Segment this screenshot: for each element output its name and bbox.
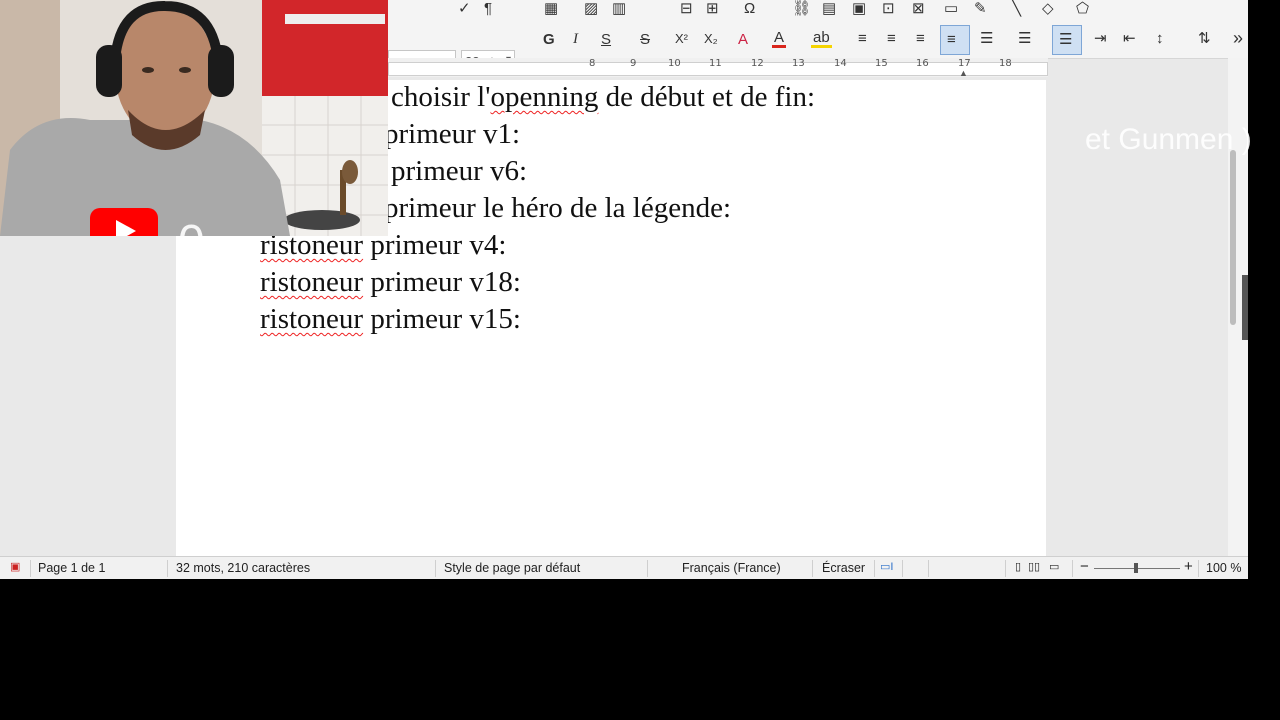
zoom-slider-handle[interactable] — [1134, 563, 1138, 573]
separator — [1072, 560, 1073, 577]
insert-chart-icon[interactable]: ▥ — [612, 1, 626, 16]
ruler-number: 15 — [875, 58, 888, 69]
track-changes-icon[interactable]: ✎ — [974, 1, 987, 16]
misspelled-word[interactable]: ristoneur — [260, 266, 363, 298]
separator — [647, 560, 648, 577]
align-left-icon[interactable]: ≡ — [858, 31, 867, 46]
justify-button[interactable]: ≡ — [940, 25, 970, 55]
spellcheck-icon[interactable]: ✓ — [458, 1, 471, 16]
book-view-icon[interactable]: ▭ — [1049, 560, 1059, 573]
insert-table-icon[interactable]: ▦ — [544, 1, 558, 16]
selection-mode-icon[interactable]: ▭I — [880, 560, 893, 573]
document-line[interactable]: choisir l'openning de début et de fin: — [391, 81, 815, 114]
webcam-overlay: 0 — [0, 0, 388, 236]
separator — [874, 560, 875, 577]
outline-list-icon: ☰ — [1059, 31, 1073, 48]
standard-toolbar: ✓ ¶ ▦ ▨ ▥ ⊟ ⊞ Ω ⛓ ▤ ▣ ⊡ ⊠ ▭ ✎ ╲ ◇ ⬠ — [388, 0, 1248, 22]
align-right-icon[interactable]: ≡ — [916, 31, 925, 46]
separator — [1198, 560, 1199, 577]
shapes-icon[interactable]: ◇ — [1042, 1, 1054, 16]
underline-button[interactable]: S — [601, 32, 611, 47]
paragraph-spacing-icon[interactable]: ⇅ — [1198, 31, 1211, 46]
cross-reference-icon[interactable]: ⊠ — [912, 1, 925, 16]
status-bar: ▣ Page 1 de 1 32 mots, 210 caractères St… — [0, 556, 1248, 579]
highlight-color-icon[interactable]: ab — [811, 30, 832, 48]
horizontal-ruler[interactable]: 8 9 10 11 12 13 14 15 16 17 18 ▲ — [388, 58, 1048, 78]
ruler-number: 12 — [751, 58, 764, 69]
draw-icon[interactable]: ⬠ — [1076, 1, 1089, 16]
zoom-in-icon[interactable]: + — [1184, 558, 1193, 575]
zoom-level[interactable]: 100 % — [1206, 561, 1241, 575]
clear-formatting-icon[interactable]: A — [738, 32, 748, 47]
outline-list-button[interactable]: ☰ — [1052, 25, 1082, 55]
justify-icon: ≡ — [947, 31, 956, 48]
single-page-view-icon[interactable]: ▯ — [1015, 560, 1021, 573]
italic-button[interactable]: I — [573, 32, 578, 47]
sidebar-handle[interactable] — [1242, 275, 1248, 340]
document-line[interactable]: primeur v1: — [384, 118, 520, 151]
more-options-button[interactable]: » — [1233, 29, 1243, 47]
document-line[interactable]: primeur le héro de la légende: — [384, 192, 731, 225]
line-spacing-icon[interactable]: ↕ — [1156, 31, 1164, 46]
overlay-caption: et Gunmen ) — [1085, 123, 1252, 156]
page-break-icon[interactable]: ⊟ — [680, 1, 693, 16]
separator — [167, 560, 168, 577]
zoom-out-icon[interactable]: − — [1080, 558, 1089, 575]
comment-icon[interactable]: ▭ — [944, 1, 958, 16]
document-line[interactable]: ristoneur primeur v18: — [260, 266, 521, 299]
indent-decrease-icon[interactable]: ⇤ — [1123, 31, 1136, 46]
font-color-icon[interactable]: A — [772, 30, 787, 48]
multi-page-view-icon[interactable]: ▯▯ — [1028, 560, 1040, 573]
scrollbar-thumb[interactable] — [1230, 150, 1236, 325]
ruler-number: 10 — [668, 58, 681, 69]
superscript-button[interactable]: X² — [675, 32, 688, 45]
separator — [435, 560, 436, 577]
page-count[interactable]: Page 1 de 1 — [38, 561, 105, 575]
insert-image-icon[interactable]: ▨ — [584, 1, 598, 16]
separator — [30, 560, 31, 577]
page-style[interactable]: Style de page par défaut — [444, 561, 580, 575]
line-icon[interactable]: ╲ — [1012, 1, 1021, 16]
separator — [902, 560, 903, 577]
insert-mode[interactable]: Écraser — [822, 561, 865, 575]
ruler-number: 18 — [999, 58, 1012, 69]
formatting-marks-icon[interactable]: ¶ — [484, 1, 492, 16]
special-character-icon[interactable]: Ω — [744, 1, 755, 16]
ruler-number: 13 — [792, 58, 805, 69]
webcam-image: 0 — [0, 0, 388, 236]
document-modified-icon[interactable]: ▣ — [10, 560, 20, 573]
misspelled-word[interactable]: openning — [490, 81, 598, 113]
misspelled-word[interactable]: ristoneur — [260, 303, 363, 335]
footnote-icon[interactable]: ▤ — [822, 1, 836, 16]
ruler-number: 16 — [916, 58, 929, 69]
bold-button[interactable]: G — [543, 32, 555, 47]
word-count[interactable]: 32 mots, 210 caractères — [176, 561, 310, 575]
document-line[interactable]: primeur v6: — [391, 155, 527, 188]
separator — [928, 560, 929, 577]
document-line[interactable]: ristoneur primeur v15: — [260, 303, 521, 336]
ruler-number: 11 — [709, 58, 722, 69]
ruler-number: 9 — [630, 58, 637, 69]
endnote-icon[interactable]: ▣ — [852, 1, 866, 16]
strikethrough-button[interactable]: S — [640, 32, 650, 47]
language[interactable]: Français (France) — [682, 561, 781, 575]
separator — [1005, 560, 1006, 577]
numbered-list-icon[interactable]: ☰ — [1018, 31, 1031, 46]
align-center-icon[interactable]: ≡ — [887, 31, 896, 46]
subscript-button[interactable]: X₂ — [704, 32, 718, 45]
bookmark-icon[interactable]: ⊡ — [882, 1, 895, 16]
ruler-number: 8 — [589, 58, 596, 69]
ruler-number: 14 — [834, 58, 847, 69]
indent-increase-icon[interactable]: ⇥ — [1094, 31, 1107, 46]
svg-text:0: 0 — [178, 216, 205, 236]
insert-field-icon[interactable]: ⊞ — [706, 1, 719, 16]
formatting-toolbar: 22 pt ▾ G I S S X² X₂ A A ab ≡ ≡ ≡ ≡ ☰ ☰… — [388, 22, 1248, 74]
separator — [812, 560, 813, 577]
hyperlink-icon[interactable]: ⛓ — [792, 1, 811, 16]
bullet-list-icon[interactable]: ☰ — [980, 31, 993, 46]
